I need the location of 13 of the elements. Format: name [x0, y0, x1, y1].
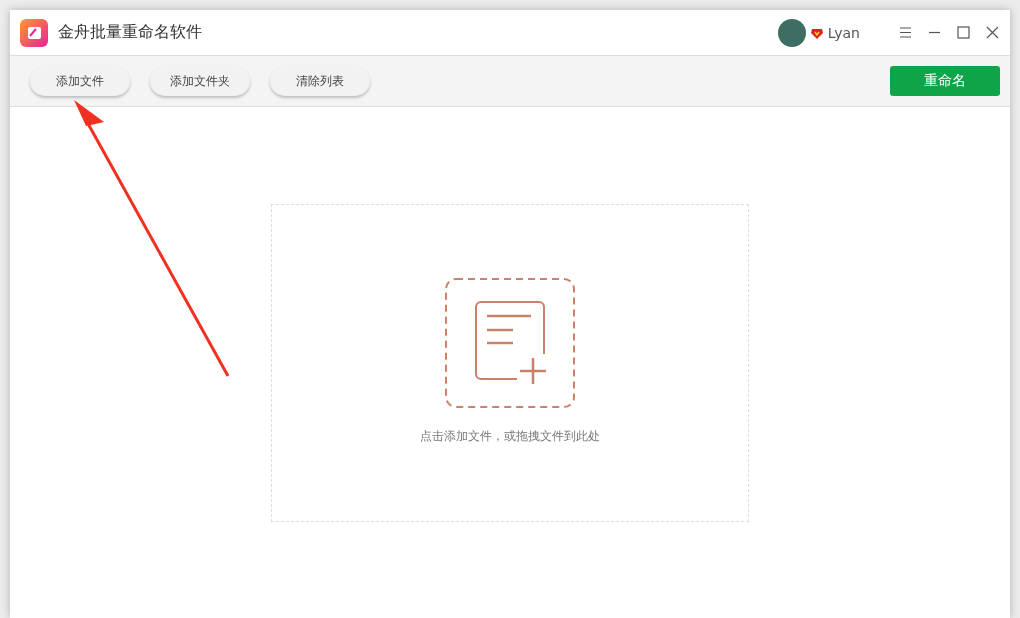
menu-icon[interactable] [898, 25, 913, 40]
add-file-icon [445, 277, 575, 408]
toolbar-button[interactable]: 清除列表 [270, 66, 370, 96]
toolbar-button[interactable]: 添加文件夹 [150, 66, 250, 96]
maximize-icon[interactable] [956, 25, 971, 40]
app-logo-icon [20, 18, 48, 47]
avatar-icon[interactable] [777, 18, 806, 47]
user-name[interactable]: Lyan [827, 24, 860, 41]
toolbar-button[interactable]: 添加文件 [30, 66, 130, 96]
close-icon[interactable] [985, 25, 1000, 40]
window-title: 金舟批量重命名软件 [58, 22, 203, 43]
drop-hint: 点击添加文件，或拖拽文件到此处 [420, 427, 600, 445]
drop-zone[interactable]: 点击添加文件，或拖拽文件到此处 [271, 204, 749, 522]
